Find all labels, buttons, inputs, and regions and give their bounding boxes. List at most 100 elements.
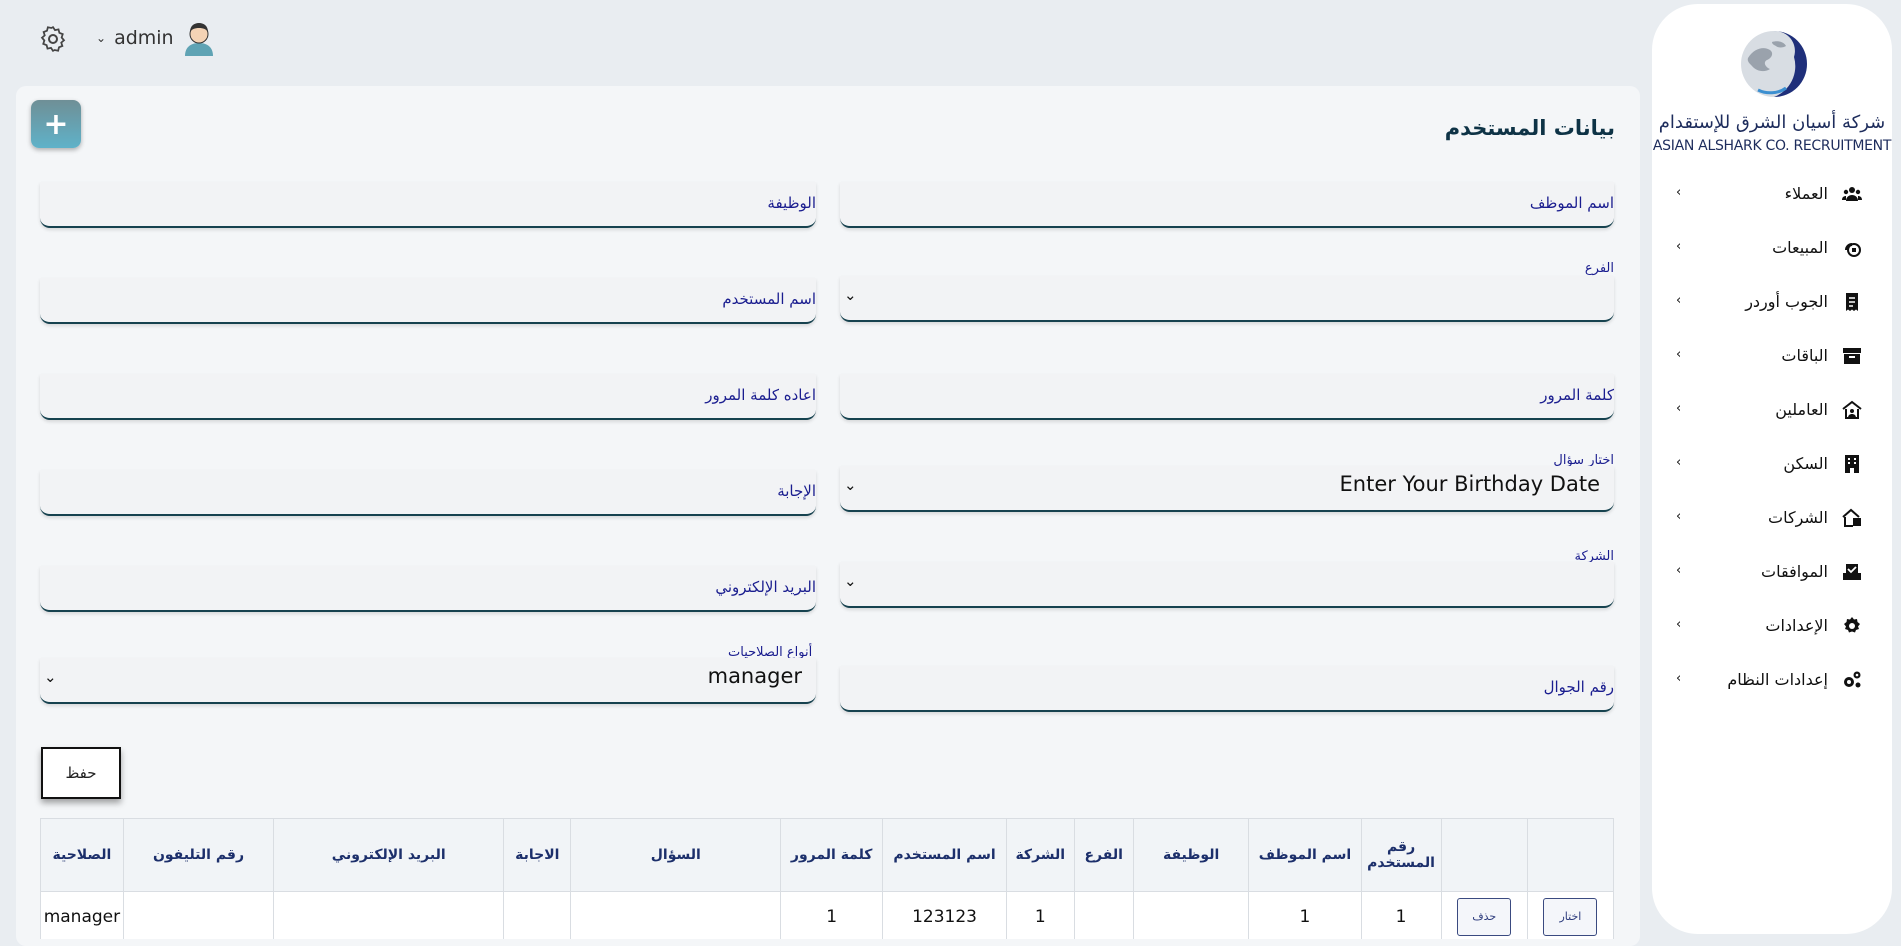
chevron-left-icon: ‹ [1676, 617, 1682, 632]
avatar [184, 23, 213, 56]
sidebar-item-label: الإعدادات [1765, 616, 1828, 635]
table-cell: حذف [1440, 891, 1528, 939]
table-cell: 1 [1248, 891, 1362, 939]
sidebar-item-clients[interactable]: العملاء ‹ [1652, 176, 1892, 212]
answer-field[interactable]: الإجابة [40, 470, 816, 516]
employee-name-label: اسم الموظف [1529, 194, 1614, 212]
sidebar-item-housing[interactable]: السكن ‹ [1652, 446, 1892, 482]
table-header [1526, 818, 1614, 892]
table-cell [570, 891, 782, 939]
question-select[interactable]: Enter Your Birthday Date ⌄ [840, 466, 1614, 512]
table-header: كلمة المرور [780, 818, 884, 892]
sidebar-item-label: الجوب أوردر [1745, 292, 1828, 311]
sidebar-item-job-order[interactable]: الجوب أوردر ‹ [1652, 284, 1892, 320]
chevron-down-icon: ⌄ [96, 31, 107, 45]
table-cell [122, 891, 275, 939]
sidebar-item-approvals[interactable]: الموافقات ‹ [1652, 554, 1892, 590]
sales-icon [1845, 243, 1861, 257]
email-label: البريد الإلكتروني [715, 578, 816, 596]
user-menu[interactable]: ⌄ admin [96, 18, 216, 58]
approval-icon [1843, 564, 1861, 580]
chevron-down-icon: ⌄ [844, 572, 857, 590]
sidebar: شركة أسيان الشرق للإستقدام ASIAN ALSHARK… [1652, 4, 1892, 934]
table-header: الفرع [1073, 818, 1134, 892]
table-header: البريد الإلكتروني [273, 818, 505, 892]
job-field[interactable]: الوظيفة [40, 182, 816, 228]
chevron-left-icon: ‹ [1676, 563, 1682, 578]
brand-name-ar: شركة أسيان الشرق للإستقدام [1658, 112, 1886, 133]
sidebar-item-label: الباقات [1781, 346, 1828, 365]
save-button[interactable]: حفظ [41, 747, 121, 799]
chevron-left-icon: ‹ [1676, 293, 1682, 308]
branch-label: الفرع [1584, 261, 1614, 276]
table-cell [273, 891, 505, 939]
confirm-password-field[interactable]: اعاده كلمة المرور [40, 374, 816, 420]
permissions-value: manager [707, 664, 802, 688]
sidebar-item-companies[interactable]: الشركات ‹ [1652, 500, 1892, 536]
table-header: الشركة [1005, 818, 1075, 892]
sidebar-item-label: الموافقات [1761, 562, 1828, 581]
sidebar-item-sales[interactable]: المبيعات ‹ [1652, 230, 1892, 266]
chevron-left-icon: ‹ [1676, 509, 1682, 524]
table-cell: 1 [780, 891, 884, 939]
chevron-down-icon: ⌄ [844, 286, 857, 304]
sidebar-item-label: السكن [1783, 454, 1828, 473]
top-bar: ⌄ admin [0, 0, 1640, 74]
table-header: الوظيفة [1132, 818, 1250, 892]
chevron-left-icon: ‹ [1676, 455, 1682, 470]
table-header: الاجابة [503, 818, 572, 892]
confirm-password-label: اعاده كلمة المرور [705, 386, 816, 404]
sidebar-item-workers[interactable]: العاملين ‹ [1652, 392, 1892, 428]
table-header: الصلاحية [40, 818, 124, 892]
users-table-wrapper: رقم المستخدم اسم الموظف الوظيفة الفرع ال… [40, 818, 1614, 939]
gear-icon[interactable] [38, 24, 68, 54]
user-name: admin [114, 27, 174, 49]
gear-icon [1844, 617, 1860, 633]
username-label: اسم المستخدم [722, 290, 816, 308]
users-table: رقم المستخدم اسم الموظف الوظيفة الفرع ال… [40, 818, 1614, 939]
sidebar-item-label: العاملين [1775, 400, 1828, 419]
password-field[interactable]: كلمة المرور [840, 374, 1614, 420]
sidebar-item-settings[interactable]: الإعدادات ‹ [1652, 608, 1892, 644]
username-field[interactable]: اسم المستخدم [40, 278, 816, 324]
chevron-left-icon: ‹ [1676, 185, 1682, 200]
plus-icon: + [43, 106, 69, 142]
chevron-down-icon: ⌄ [44, 668, 57, 686]
delete-button[interactable]: حذف [1457, 898, 1512, 936]
table-header: رقم المستخدم [1360, 818, 1442, 892]
email-field[interactable]: البريد الإلكتروني [40, 566, 816, 612]
table-cell: manager [40, 891, 124, 939]
table-cell: 123123 [882, 891, 1007, 939]
brand-name-en: ASIAN ALSHARK CO. RECRUITMENT [1652, 138, 1892, 154]
mobile-field[interactable]: رقم الجوال [840, 666, 1614, 712]
page-title: بيانات المستخدم [1444, 116, 1615, 140]
building-icon [1845, 455, 1859, 473]
table-header [1440, 818, 1528, 892]
table-cell [503, 891, 572, 939]
sidebar-item-system-settings[interactable]: إعدادات النظام ‹ [1652, 662, 1892, 698]
branch-select[interactable]: ⌄ [840, 276, 1614, 322]
table-cell [1132, 891, 1250, 939]
chevron-left-icon: ‹ [1676, 239, 1682, 254]
chevron-left-icon: ‹ [1676, 347, 1682, 362]
permissions-select[interactable]: manager ⌄ [40, 658, 816, 704]
question-value: Enter Your Birthday Date [1339, 472, 1600, 496]
table-cell [1073, 891, 1134, 939]
password-label: كلمة المرور [1540, 386, 1614, 404]
sidebar-item-packages[interactable]: الباقات ‹ [1652, 338, 1892, 374]
add-button[interactable]: + [31, 100, 81, 148]
select-button[interactable]: اختار [1543, 898, 1598, 936]
answer-label: الإجابة [777, 482, 816, 500]
table-header: اسم الموظف [1248, 818, 1362, 892]
gears-icon [1844, 671, 1861, 688]
chevron-left-icon: ‹ [1676, 671, 1682, 686]
table-header-row: رقم المستخدم اسم الموظف الوظيفة الفرع ال… [40, 818, 1614, 892]
sidebar-item-label: الشركات [1768, 508, 1828, 527]
company-logo [1741, 30, 1807, 98]
sidebar-item-label: العملاء [1784, 184, 1828, 203]
users-icon [1842, 187, 1862, 201]
company-select[interactable]: ⌄ [840, 562, 1614, 608]
table-cell: اختار [1526, 891, 1614, 939]
table-header: رقم التليفون [122, 818, 275, 892]
employee-name-field[interactable]: اسم الموظف [840, 182, 1614, 228]
